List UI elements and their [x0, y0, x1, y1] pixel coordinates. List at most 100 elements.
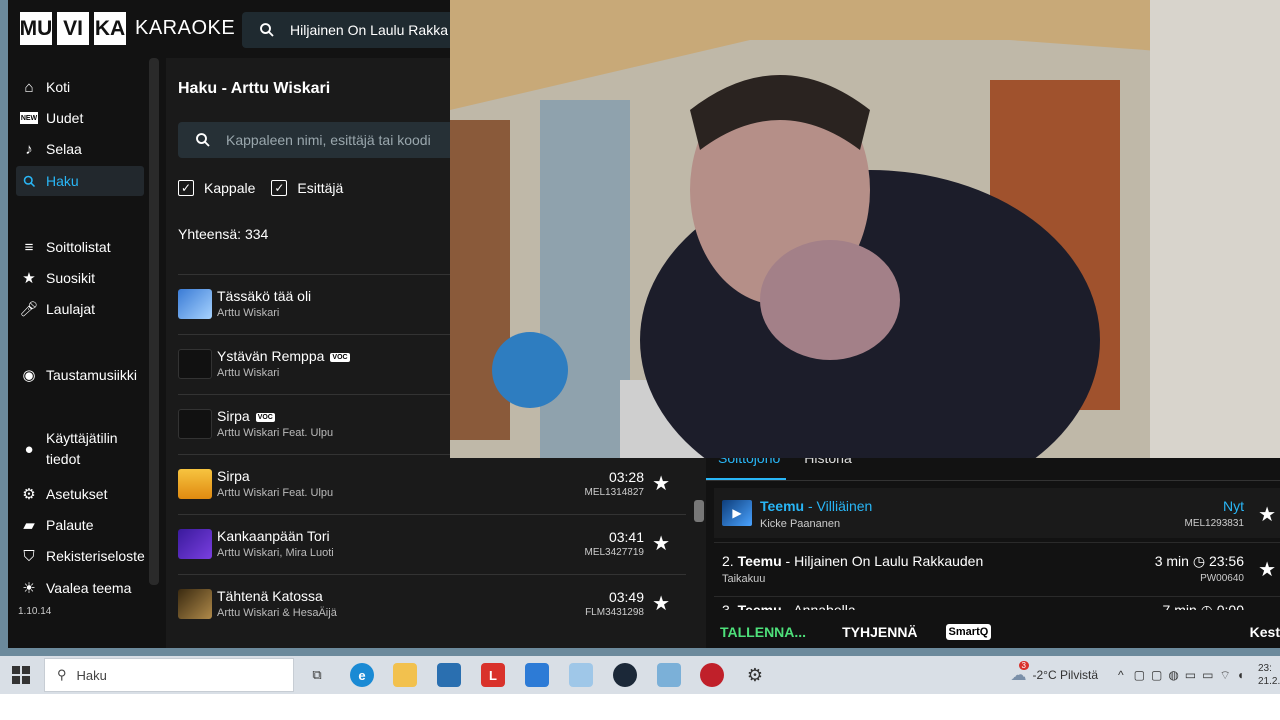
star-icon: ★	[22, 270, 36, 287]
song-artist: Arttu Wiskari Feat. Ulpu	[217, 427, 334, 439]
file-explorer-icon[interactable]	[393, 663, 417, 687]
store-icon[interactable]	[437, 663, 461, 687]
sidebar-item-vaalea-teema[interactable]: ☀ Vaalea teema	[16, 573, 144, 603]
logo-word: KARAOKE	[135, 17, 236, 39]
notepad-icon[interactable]	[569, 663, 593, 687]
song-code: MEL3427719	[584, 547, 645, 558]
app-version: 1.10.14	[18, 606, 52, 617]
song-artist: Arttu Wiskari Feat. Ulpu	[217, 487, 334, 499]
task-view-icon[interactable]: ⧉	[305, 663, 329, 687]
song-row[interactable]: Sirpa Arttu Wiskari Feat. Ulpu 03:28 MEL13…	[178, 454, 686, 512]
favorite-star-icon[interactable]: ★	[652, 471, 670, 496]
sidebar-item-kayttajatili[interactable]: ● Käyttäjätilin tiedot	[16, 428, 144, 472]
favorite-star-icon[interactable]: ★	[1258, 502, 1276, 527]
song-title: Ystävän Remppa	[217, 348, 325, 364]
queue-time: 0:00	[1216, 602, 1244, 610]
page-title: Haku - Arttu Wiskari	[178, 80, 331, 97]
tray-chevron-icon[interactable]: ^	[1118, 668, 1124, 682]
edge-icon[interactable]: e	[350, 663, 374, 687]
kappale-checkbox[interactable]: ✓	[178, 180, 194, 196]
queue-title: Annabella	[793, 602, 856, 610]
song-thumbnail	[178, 468, 212, 499]
outlook-icon[interactable]	[525, 663, 549, 687]
logo-letter: VI	[57, 12, 89, 45]
queue-code: PW00640	[1200, 573, 1244, 584]
smartq-toggle[interactable]: SmartQ	[945, 624, 992, 640]
song-row[interactable]: Kankaanpään Tori Arttu Wiskari, Mira Luot…	[178, 514, 686, 572]
sidebar-item-label: Käyttäjätilin tiedot	[46, 430, 118, 467]
clock[interactable]: 23: 21.2.	[1258, 662, 1280, 688]
song-duration: 03:49	[608, 589, 644, 605]
song-thumbnail	[178, 528, 212, 559]
favorite-star-icon[interactable]: ★	[652, 591, 670, 616]
queue-code: MEL1293831	[1184, 518, 1245, 529]
voc-badge: VOC	[255, 412, 275, 422]
sidebar-item-suosikit[interactable]: ★ Suosikit	[16, 263, 144, 293]
search-icon	[260, 23, 274, 37]
queue-actions: TALLENNA... TYHJENNÄ SmartQ Kest	[706, 616, 1280, 648]
song-title: Sirpa	[217, 408, 250, 424]
windows-start-icon[interactable]	[12, 666, 30, 684]
search-icon: ⚲	[57, 667, 67, 682]
taskbar-search-text: Haku	[76, 667, 107, 683]
sidebar-item-uudet[interactable]: NEW Uudet	[16, 103, 144, 133]
sidebar-item-asetukset[interactable]: ⚙ Asetukset	[16, 479, 144, 509]
sidebar-item-label: Laulajat	[46, 301, 96, 317]
steam-icon[interactable]	[613, 663, 637, 687]
tray-icons[interactable]: ▢▢◍▭▭⌔◖	[1134, 668, 1250, 683]
queue-subtitle: Taikakuu	[722, 573, 766, 585]
queue-item-now[interactable]: ▶ Teemu - Villiäinen Kicke Paananen Nyt …	[714, 488, 1280, 538]
sidebar-item-label: Uudet	[46, 110, 84, 126]
search-icon	[20, 172, 38, 190]
song-duration: 03:41	[608, 529, 644, 545]
paint-icon[interactable]	[657, 663, 681, 687]
favorite-star-icon[interactable]: ★	[1258, 557, 1276, 582]
song-thumbnail	[178, 348, 212, 379]
results-scrollbar[interactable]	[694, 500, 704, 522]
song-artist: Arttu Wiskari	[217, 367, 280, 379]
sidebar-item-haku[interactable]: Haku	[16, 166, 144, 196]
weather-icon[interactable]: ☁ 3	[1011, 661, 1029, 685]
favorite-star-icon[interactable]: ★	[652, 531, 670, 556]
settings-gear-icon[interactable]: ⚙	[743, 663, 767, 687]
l-app-icon[interactable]: L	[481, 663, 505, 687]
queue-eta: 7 min	[1162, 602, 1197, 610]
filter-label: Esittäjä	[297, 180, 344, 196]
muvika-logo[interactable]: MU VI KA KARAOKE	[20, 12, 235, 45]
song-thumbnail	[178, 408, 212, 439]
disc-icon: ◉	[22, 367, 36, 384]
search-filters: ✓ Kappale ✓ Esittäjä	[178, 180, 343, 196]
song-search-input[interactable]: Kappaleen nimi, esittäjä tai koodi	[178, 122, 478, 158]
obs-icon[interactable]	[700, 663, 724, 687]
system-tray: ☁ 3 -2°C Pilvistä ^ ▢▢◍▭▭⌔◖ 23: 21.2.	[1011, 656, 1280, 694]
weather-text: -2°C Pilvistä	[1032, 668, 1098, 682]
sidebar-item-koti[interactable]: ⌂ Koti	[16, 72, 144, 102]
song-row[interactable]: Tähtenä Katossa Arttu Wiskari & HesaÄijä …	[178, 574, 686, 632]
sidebar-item-soittolistat[interactable]: ≡ Soittolistat	[16, 232, 144, 262]
sidebar-scrollbar[interactable]	[149, 58, 159, 585]
sidebar-item-selaa[interactable]: ♪ Selaa	[16, 134, 144, 164]
save-queue-button[interactable]: TALLENNA...	[720, 624, 806, 640]
esittaja-checkbox[interactable]: ✓	[271, 180, 288, 196]
music-note-icon: ♪	[25, 140, 33, 158]
queue-item[interactable]: 3. Teemu - Annabella 7 min ◷ 0:00	[714, 596, 1280, 610]
sun-icon: ☀	[22, 580, 36, 597]
sidebar-item-laulajat[interactable]: 🎤︎ Laulajat	[16, 294, 144, 324]
webcam-video	[450, 0, 1280, 458]
clear-queue-button[interactable]: TYHJENNÄ	[842, 624, 917, 640]
queue-eta: 3 min	[1154, 553, 1189, 569]
sidebar-item-palaute[interactable]: ▰ Palaute	[16, 510, 144, 540]
queue-artist: Teemu	[760, 498, 805, 514]
now-status: Nyt	[1223, 498, 1244, 514]
feedback-icon: ▰	[23, 517, 35, 534]
sidebar-item-label: Haku	[46, 173, 79, 189]
sidebar-item-rekisteriseloste[interactable]: ⛉ Rekisteriseloste	[16, 541, 156, 571]
song-title: Tähtenä Katossa	[217, 588, 323, 604]
song-title: Tässäkö tää oli	[217, 288, 312, 304]
taskbar-search-input[interactable]: ⚲ Haku	[44, 658, 294, 692]
account-icon: ●	[24, 440, 34, 458]
sidebar-item-taustamusiikki[interactable]: ◉ Taustamusiikki	[16, 360, 144, 390]
song-code: FLM3431298	[585, 607, 644, 618]
queue-item[interactable]: 2. Teemu - Hiljainen On Laulu Rakkauden …	[714, 542, 1280, 592]
sidebar: ⌂ Koti NEW Uudet ♪ Selaa Haku ≡ Soittolistat…	[8, 70, 158, 640]
